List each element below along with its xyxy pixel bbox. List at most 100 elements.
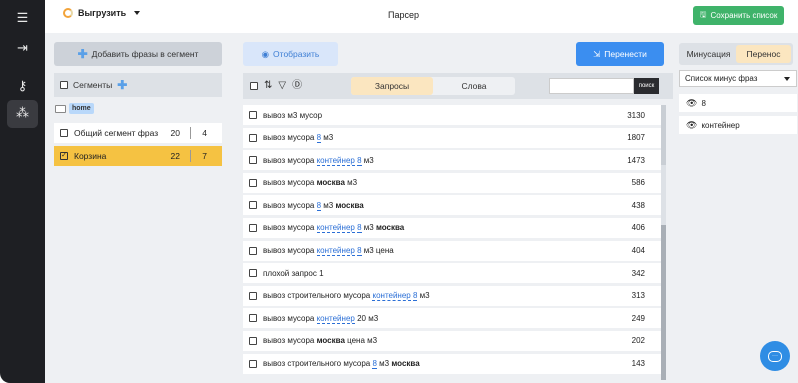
phrase-part: вывоз м3 мусор [263, 110, 323, 120]
eye-icon: ◉ [261, 48, 270, 59]
phrases-toolbar: ⇅ ▽ Ⓓ Запросы Слова поиск [243, 73, 673, 99]
tab-transfer[interactable]: Перенос [736, 45, 791, 63]
row-checkbox[interactable] [249, 246, 257, 255]
phrase-part: вывоз мусора [263, 223, 317, 233]
search-button[interactable]: поиск [634, 78, 659, 94]
phrase-count: 342 [631, 268, 645, 278]
table-row[interactable]: вывоз строительного мусора 8 м3 москва 14… [243, 353, 663, 374]
table-row[interactable]: вывоз мусора москва цена м3 202 [243, 330, 663, 351]
segments-checkbox[interactable] [60, 81, 68, 89]
right-tabs: Минусация Перенос [679, 43, 793, 65]
row-checkbox[interactable] [249, 223, 257, 232]
phrase-part: вывоз мусора [263, 313, 317, 323]
table-row[interactable]: вывоз мусора контейнер 8 м3 цена 404 [243, 240, 663, 261]
tab-words[interactable]: Слова [433, 77, 515, 95]
phrase-part: вывоз мусора [263, 200, 317, 210]
export-dropdown[interactable]: Выгрузить [63, 8, 141, 18]
highlighted-word[interactable]: контейнер [316, 223, 355, 234]
row-checkbox[interactable] [249, 111, 257, 119]
row-checkbox[interactable] [249, 359, 257, 368]
highlighted-word[interactable]: контейнер [316, 246, 355, 257]
key-icon[interactable]: ⚷ [0, 78, 45, 94]
phrase-text: вывоз мусора контейнер 20 м3 [263, 313, 378, 324]
main-area: ✚ Добавить фразы в сегмент Сегменты ✚ ho… [45, 33, 798, 383]
tab-queries[interactable]: Запросы [351, 77, 433, 95]
sort-icon[interactable]: ⇅ [264, 81, 272, 91]
phrase-part: м3 [361, 155, 374, 165]
phrase-text: вывоз мусора контейнер 8 м3 [263, 155, 374, 166]
table-row[interactable]: вывоз мусора 8 м3 1807 [243, 127, 663, 148]
segment-row-active[interactable]: ✓ Корзина 22 7 [54, 146, 222, 166]
segment-row[interactable]: Общий сегмент фраз 20 4 [54, 123, 222, 143]
scrollbar-thumb[interactable] [661, 225, 666, 380]
scrollbar[interactable] [661, 105, 666, 380]
row-checkbox[interactable] [249, 201, 257, 210]
minus-list-select[interactable]: Список минус фраз [679, 70, 797, 87]
chat-button[interactable]: ··· [760, 341, 790, 371]
search-input[interactable] [549, 78, 634, 94]
row-checkbox[interactable] [249, 133, 257, 142]
phrase-part: москва [391, 359, 420, 369]
highlighted-word[interactable]: контейнер [316, 313, 355, 324]
folder-home[interactable]: home [55, 103, 94, 114]
highlighted-word[interactable]: контейнер [372, 291, 411, 302]
login-icon[interactable]: ⇥ [0, 40, 45, 56]
table-row[interactable]: вывоз строительного мусора контейнер 8 м… [243, 285, 663, 306]
add-phrases-button[interactable]: ✚ Добавить фразы в сегмент [54, 42, 222, 66]
phrase-part: вывоз мусора [263, 133, 317, 143]
tab-minus[interactable]: Минусация [681, 45, 736, 63]
row-checkbox[interactable] [249, 336, 257, 345]
highlighted-word[interactable]: контейнер [316, 155, 355, 166]
segment-count: 22 [170, 151, 180, 161]
table-row[interactable]: вывоз мусора контейнер 20 м3 249 [243, 308, 663, 329]
folder-icon [55, 104, 66, 113]
phrase-count: 438 [631, 200, 645, 210]
phrase-part: м3 [321, 133, 334, 143]
phrase-part: м3 [376, 359, 392, 369]
phrase-part: москва [316, 336, 345, 346]
minus-item-label: контейнер [701, 120, 740, 130]
show-button[interactable]: ◉ Отобразить [243, 42, 338, 66]
sitemap-icon[interactable]: ⁂ [0, 105, 45, 121]
row-checkbox[interactable] [249, 314, 257, 323]
export-icon [63, 8, 73, 18]
table-row[interactable]: вывоз м3 мусор 3130 [243, 105, 663, 125]
segments-header: Сегменты ✚ [54, 73, 222, 97]
select-value: Список минус фраз [685, 74, 758, 83]
hamburger-icon[interactable]: ☰ [0, 10, 45, 26]
row-checkbox[interactable] [249, 178, 257, 187]
phrase-text: вывоз мусора москва м3 [263, 178, 357, 187]
minus-item[interactable]: 👁 8 [679, 94, 797, 112]
minus-item-label: 8 [701, 98, 706, 108]
segment-checkbox[interactable] [60, 129, 68, 137]
phrase-list: вывоз м3 мусор 3130 вывоз мусора 8 м3 1807 в… [243, 105, 663, 380]
minus-item[interactable]: 👁 контейнер [679, 116, 797, 134]
segment-checkbox-checked[interactable]: ✓ [60, 152, 68, 160]
phrase-text: вывоз мусора москва цена м3 [263, 336, 377, 345]
d-badge-icon[interactable]: Ⓓ [292, 81, 302, 91]
view-tabs: Запросы Слова [351, 77, 515, 95]
phrase-part: вывоз мусора [263, 178, 317, 188]
table-row[interactable]: вывоз мусора контейнер 8 м3 москва 406 [243, 217, 663, 238]
table-row[interactable]: вывоз мусора москва м3 586 [243, 172, 663, 193]
top-bar: Выгрузить Парсер 🖫 Сохранить список [45, 0, 798, 33]
row-checkbox[interactable] [249, 156, 257, 165]
select-all-checkbox[interactable] [250, 82, 258, 90]
phrase-count: 586 [631, 178, 645, 188]
save-list-button[interactable]: 🖫 Сохранить список [693, 6, 784, 25]
table-row[interactable]: вывоз мусора 8 м3 москва 438 [243, 195, 663, 216]
row-checkbox[interactable] [249, 291, 257, 300]
move-button[interactable]: ⇲ Перенести [576, 42, 664, 66]
table-row[interactable]: плохой запрос 1 342 [243, 263, 663, 284]
phrase-count: 1807 [627, 133, 645, 143]
eye-icon[interactable]: 👁 [686, 120, 697, 131]
phrase-part: вывоз мусора [263, 246, 317, 256]
eye-icon[interactable]: 👁 [686, 98, 697, 109]
phrase-part: м3 [321, 200, 336, 210]
filter-icon[interactable]: ▽ [278, 81, 286, 91]
row-checkbox[interactable] [249, 269, 257, 278]
table-row[interactable]: вывоз мусора контейнер 8 м3 1473 [243, 150, 663, 171]
add-phrases-label: Добавить фразы в сегмент [91, 49, 199, 59]
phrase-text: вывоз мусора контейнер 8 м3 москва [263, 223, 404, 234]
add-segment-icon[interactable]: ✚ [117, 78, 127, 92]
